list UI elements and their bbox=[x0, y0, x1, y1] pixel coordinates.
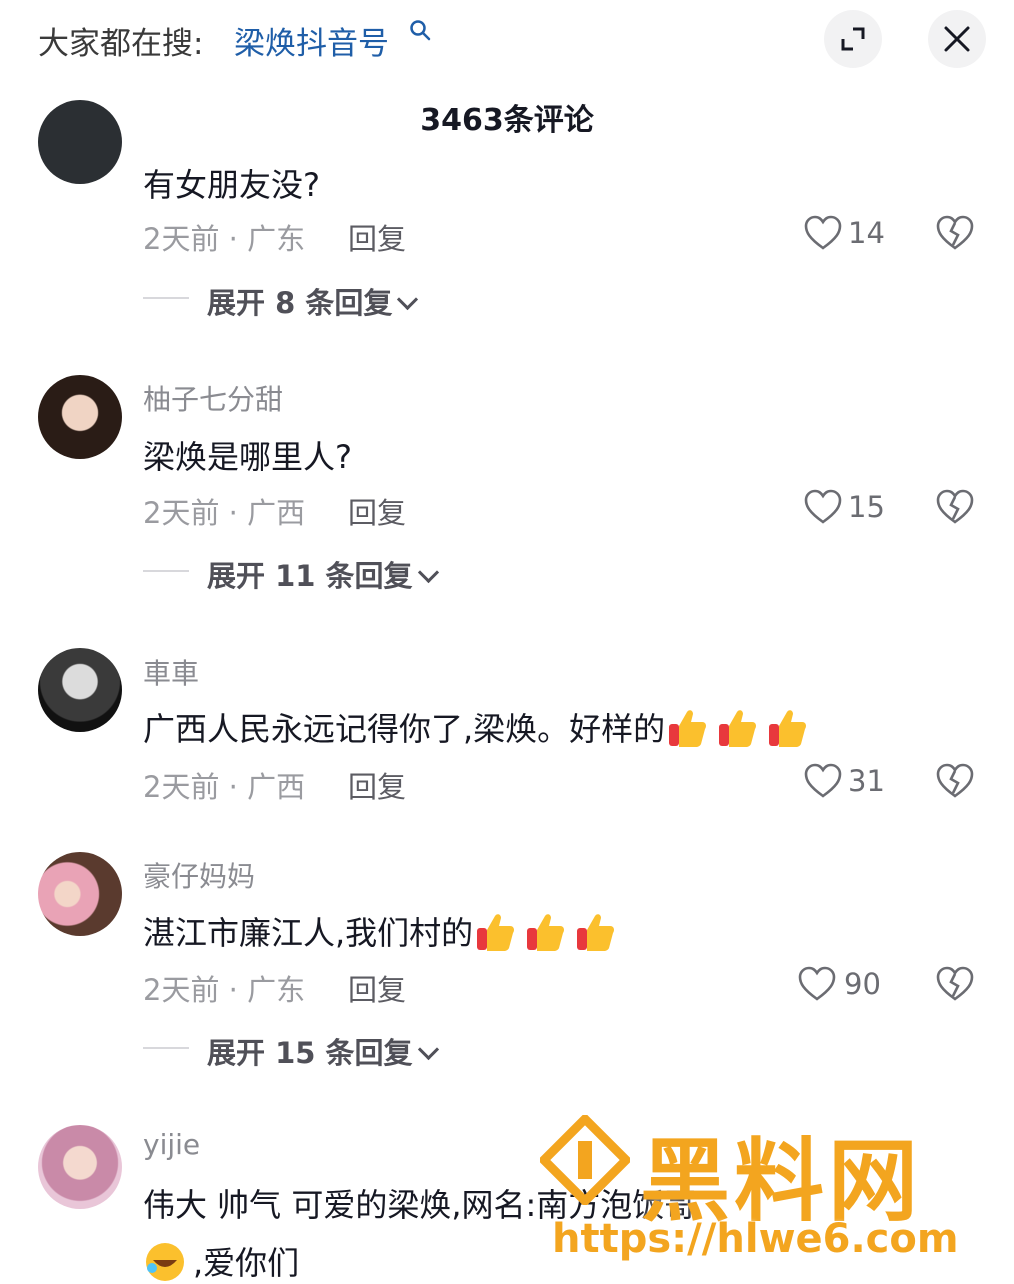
comment-count-title: 3463条评论 bbox=[420, 103, 594, 138]
comment-username[interactable]: 豪仔妈妈 bbox=[143, 855, 255, 895]
search-suggestion-prefix: 大家都在搜: bbox=[38, 26, 204, 62]
close-button[interactable] bbox=[928, 10, 986, 68]
avatar[interactable] bbox=[38, 375, 122, 459]
broken-heart-icon[interactable] bbox=[936, 215, 974, 251]
comment-text-continued: ,爱你们 bbox=[143, 1238, 299, 1284]
thumbs-up-emoji-icon bbox=[577, 914, 615, 951]
thumbs-up-emoji-icon bbox=[719, 710, 757, 747]
search-icon[interactable] bbox=[408, 18, 434, 44]
comment-meta: 2天前 · 广东 bbox=[143, 973, 306, 1007]
broken-heart-icon[interactable] bbox=[936, 763, 974, 799]
expand-replies-button[interactable]: 展开 11 条回复 bbox=[207, 553, 439, 595]
chevron-down-icon bbox=[417, 1038, 439, 1061]
avatar[interactable] bbox=[38, 852, 122, 936]
like-count: 14 bbox=[848, 216, 885, 250]
avatar[interactable] bbox=[38, 100, 122, 184]
reply-button[interactable]: 回复 bbox=[348, 764, 406, 806]
avatar[interactable] bbox=[38, 1125, 122, 1209]
heart-outline-icon[interactable] bbox=[798, 966, 836, 1002]
comment-text: 湛江市廉江人,我们村的 bbox=[143, 908, 623, 954]
thumbs-up-emoji-icon bbox=[769, 710, 807, 747]
heart-outline-icon[interactable] bbox=[804, 489, 842, 525]
comment-meta: 2天前 · 广西 bbox=[143, 496, 306, 530]
watermark-logo-icon bbox=[540, 1115, 630, 1205]
comment-meta: 2天前 · 广西 bbox=[143, 770, 306, 804]
reply-button[interactable]: 回复 bbox=[348, 216, 406, 258]
like-count: 90 bbox=[844, 967, 881, 1001]
divider bbox=[143, 570, 189, 572]
reply-button[interactable]: 回复 bbox=[348, 490, 406, 532]
expand-icon bbox=[841, 27, 865, 51]
broken-heart-icon[interactable] bbox=[936, 489, 974, 525]
search-suggestion-link[interactable]: 梁焕抖音号 bbox=[234, 18, 389, 63]
like-count: 31 bbox=[848, 764, 885, 798]
broken-heart-icon[interactable] bbox=[936, 966, 974, 1002]
comment-username[interactable]: 柚子七分甜 bbox=[143, 378, 283, 418]
heart-outline-icon[interactable] bbox=[804, 763, 842, 799]
comment-username[interactable]: 車車 bbox=[143, 652, 199, 692]
divider bbox=[143, 297, 189, 299]
top-bar: 大家都在搜: 梁焕抖音号 bbox=[0, 0, 1014, 80]
reply-button[interactable]: 回复 bbox=[348, 967, 406, 1009]
expand-replies-button[interactable]: 展开 8 条回复 bbox=[207, 280, 419, 322]
chevron-down-icon bbox=[417, 561, 439, 584]
comment-meta: 2天前 · 广东 bbox=[143, 222, 306, 256]
comment-text: 广西人民永远记得你了,梁焕。好样的 bbox=[143, 704, 815, 750]
thumbs-up-emoji-icon bbox=[527, 914, 565, 951]
avatar[interactable] bbox=[38, 648, 122, 732]
divider bbox=[143, 1047, 189, 1049]
expand-button[interactable] bbox=[824, 10, 882, 68]
watermark-url: https://hlwe6.com bbox=[552, 1216, 959, 1262]
comment-text: 有女朋友没? bbox=[143, 166, 320, 204]
thumbs-up-emoji-icon bbox=[669, 710, 707, 747]
chevron-down-icon bbox=[397, 288, 419, 311]
expand-replies-button[interactable]: 展开 15 条回复 bbox=[207, 1030, 439, 1072]
like-count: 15 bbox=[848, 490, 885, 524]
thumbs-up-emoji-icon bbox=[477, 914, 515, 951]
laughing-emoji-icon bbox=[146, 1243, 184, 1281]
comment-text: 梁焕是哪里人? bbox=[143, 438, 352, 476]
comment-username[interactable]: yijie bbox=[143, 1128, 200, 1161]
close-icon bbox=[944, 26, 970, 52]
heart-outline-icon[interactable] bbox=[804, 215, 842, 251]
